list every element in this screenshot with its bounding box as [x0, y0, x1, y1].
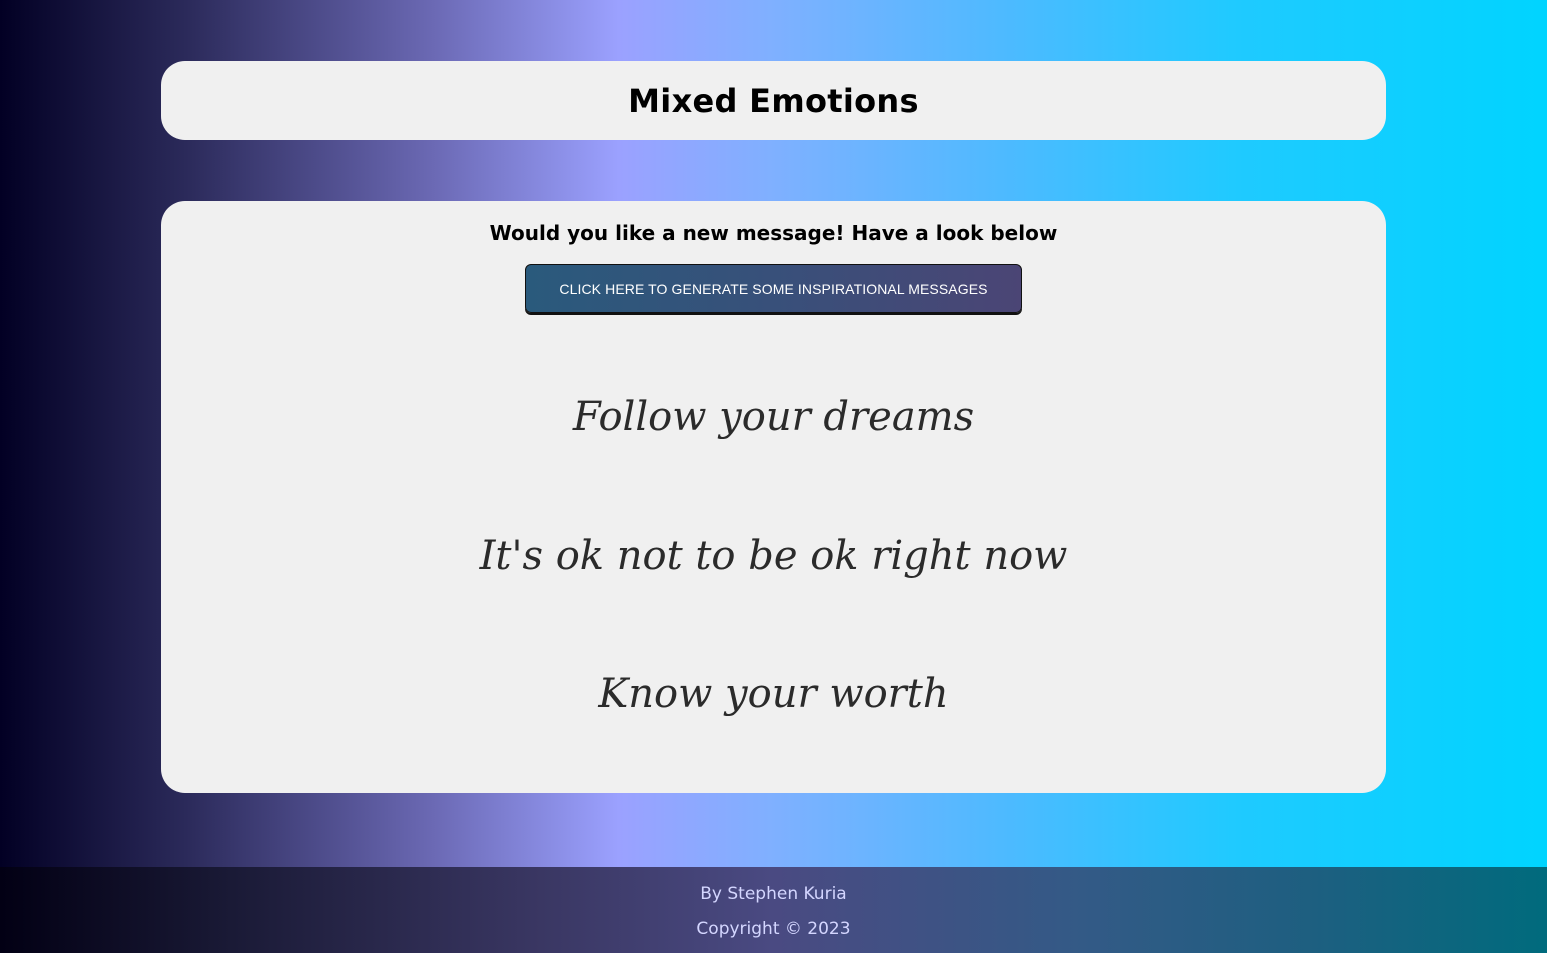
footer-copyright: Copyright © 2023: [696, 919, 851, 939]
message-card: Would you like a new message! Have a loo…: [161, 201, 1386, 793]
generate-messages-button[interactable]: CLICK HERE TO GENERATE SOME INSPIRATIONA…: [525, 264, 1022, 313]
page-title: Mixed Emotions: [628, 81, 919, 120]
inspirational-message: It's ok not to be ok right now: [479, 533, 1068, 579]
inspirational-message: Know your worth: [598, 671, 949, 717]
footer-author: By Stephen Kuria: [700, 884, 847, 904]
inspirational-message: Follow your dreams: [572, 394, 975, 440]
footer: By Stephen Kuria Copyright © 2023: [0, 867, 1547, 953]
header-card: Mixed Emotions: [161, 61, 1386, 140]
message-prompt: Would you like a new message! Have a loo…: [489, 221, 1058, 245]
